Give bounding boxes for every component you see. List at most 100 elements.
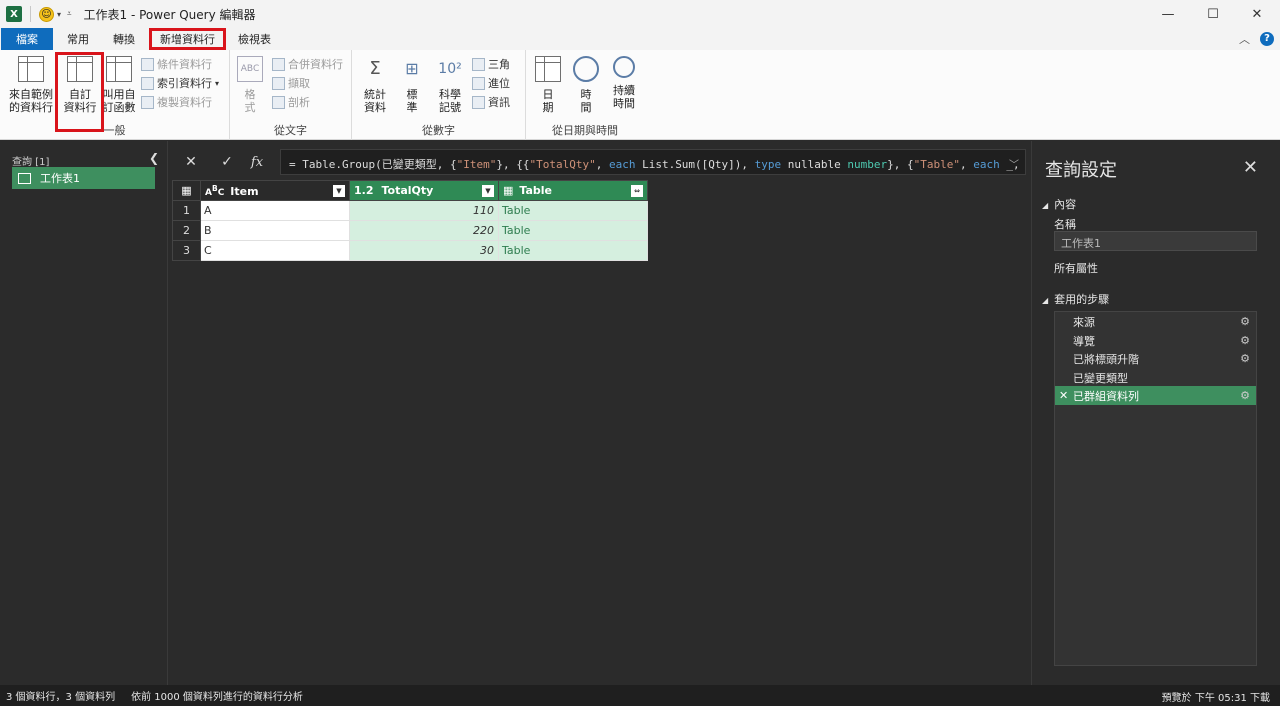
close-settings-icon[interactable]: ✕: [1243, 157, 1258, 178]
cell-totalqty[interactable]: 220: [349, 220, 499, 241]
tab-home[interactable]: 常用: [55, 28, 101, 50]
gear-icon[interactable]: ⚙: [1240, 334, 1250, 347]
column-header-item[interactable]: ABC Item ▼: [200, 180, 350, 201]
chevron-down-icon[interactable]: ▾: [57, 10, 61, 19]
tab-view[interactable]: 檢視表: [226, 28, 283, 50]
time-button[interactable]: 時 間: [568, 54, 604, 114]
power-icon: 10²: [438, 61, 462, 77]
gear-icon[interactable]: ⚙: [1240, 315, 1250, 328]
sigma-icon: Σ: [369, 58, 381, 79]
cell-item[interactable]: A: [200, 200, 350, 221]
maximize-button[interactable]: ☐: [1193, 0, 1233, 28]
invoke-custom-function-button[interactable]: 叫用自 訂函數: [100, 54, 138, 114]
step-item[interactable]: 導覽 ⚙: [1055, 331, 1256, 350]
parse-icon: [272, 95, 285, 109]
expand-formula-icon[interactable]: ﹀: [1009, 156, 1019, 171]
type-table-icon[interactable]: ▦: [503, 184, 513, 197]
formula-token: ,: [595, 158, 609, 171]
feedback-smiley-icon[interactable]: ☺: [39, 6, 54, 22]
type-abc-icon[interactable]: ABC: [205, 184, 224, 198]
clock-icon: [573, 56, 599, 82]
extract-button[interactable]: 擷取: [272, 74, 310, 92]
step-item[interactable]: 來源 ⚙: [1055, 312, 1256, 331]
parse-button[interactable]: 剖析: [272, 93, 310, 111]
stopwatch-icon: [613, 56, 635, 78]
collapse-pane-icon[interactable]: ❮: [149, 151, 159, 165]
format-button[interactable]: ABC 格 式: [232, 54, 268, 114]
duplicate-column-button[interactable]: 複製資料行: [141, 93, 212, 111]
status-preview-time: 預覽於 下午 05:31 下載: [1161, 693, 1270, 704]
information-button[interactable]: 資訊: [472, 93, 510, 111]
button-label: 複製資料行: [157, 96, 212, 109]
tab-add-column[interactable]: 新增資料行: [149, 28, 226, 50]
formula-text: = Table.Group(已變更類型, {"Item"}, {{"TotalQ…: [289, 158, 1020, 171]
cell-table-link[interactable]: Table: [498, 240, 648, 261]
merge-columns-button[interactable]: 合併資料行: [272, 55, 343, 73]
duplicate-icon: [141, 95, 154, 109]
date-button[interactable]: 日 期: [530, 54, 566, 114]
cell-totalqty[interactable]: 110: [349, 200, 499, 221]
type-decimal-icon[interactable]: 1.2: [354, 184, 374, 197]
scientific-button[interactable]: 10² 科學 記號: [428, 54, 472, 114]
formula-input[interactable]: = Table.Group(已變更類型, {"Item"}, {{"TotalQ…: [280, 149, 1026, 175]
help-icon[interactable]: ?: [1260, 32, 1274, 46]
column-from-examples-button[interactable]: 來自範例 的資料行: [6, 54, 56, 114]
index-column-button[interactable]: 索引資料行 ▾: [141, 74, 219, 92]
close-window-button[interactable]: ✕: [1237, 0, 1277, 28]
collapse-ribbon-icon[interactable]: ︿: [1239, 31, 1250, 47]
gear-icon[interactable]: ⚙: [1240, 389, 1250, 402]
cell-table-link[interactable]: Table: [498, 220, 648, 241]
step-item[interactable]: 已將標頭升階 ⚙: [1055, 349, 1256, 368]
gear-icon[interactable]: ⚙: [1240, 352, 1250, 365]
quick-access-customize-icon[interactable]: ⩡: [67, 9, 72, 19]
tab-file[interactable]: 檔案: [1, 28, 53, 50]
expand-column-icon[interactable]: ⇔: [631, 185, 643, 197]
tab-transform[interactable]: 轉換: [101, 28, 147, 50]
conditional-column-button[interactable]: 條件資料行: [141, 55, 212, 73]
cell-item[interactable]: C: [200, 240, 350, 261]
table-row: 3 C 30 Table: [172, 240, 648, 261]
rounding-icon: [472, 76, 485, 90]
minimize-button[interactable]: —: [1148, 0, 1188, 28]
power-query-editor: X ☺ ▾ ⩡ 工作表1 - Power Query 編輯器 — ☐ ✕ 檔案 …: [0, 0, 1280, 706]
fx-icon[interactable]: fx: [242, 149, 272, 175]
query-name: 工作表1: [40, 172, 80, 185]
filter-dropdown-icon[interactable]: ▼: [482, 185, 494, 197]
column-header-totalqty[interactable]: 1.2 TotalQty ▼: [349, 180, 499, 201]
applied-steps-header[interactable]: ◢ 套用的步驟: [1042, 291, 1109, 307]
rounding-button[interactable]: 進位: [472, 74, 510, 92]
standard-button[interactable]: ⊞ 標 準: [394, 54, 430, 114]
trig-icon: [472, 57, 485, 71]
filter-dropdown-icon[interactable]: ▼: [333, 184, 345, 197]
select-all-corner[interactable]: ▦: [172, 180, 201, 201]
properties-header[interactable]: ◢ 內容: [1042, 196, 1076, 212]
cancel-formula-icon[interactable]: ✕: [176, 149, 206, 175]
all-properties-link[interactable]: 所有屬性: [1054, 260, 1098, 276]
statistics-button[interactable]: Σ 統計 資料: [354, 54, 396, 114]
step-label: 已變更類型: [1073, 371, 1128, 385]
cell-table-link[interactable]: Table: [498, 200, 648, 221]
query-name-input[interactable]: 工作表1: [1054, 231, 1257, 251]
cell-item[interactable]: B: [200, 220, 350, 241]
trigonometry-button[interactable]: 三角: [472, 55, 510, 73]
group-from-datetime: 日 期 時 間 持續 時間 從日期與時間: [526, 50, 644, 140]
cell-totalqty[interactable]: 30: [349, 240, 499, 261]
commit-formula-icon[interactable]: ✓: [212, 149, 242, 175]
button-label: 日 期: [542, 88, 554, 114]
button-label: 持續 時間: [613, 84, 635, 110]
delete-step-icon[interactable]: ✕: [1059, 389, 1068, 402]
step-item[interactable]: 已變更類型: [1055, 368, 1256, 387]
standard-ops-icon: ⊞: [405, 59, 419, 78]
preview-table: ▦ ABC Item ▼ 1.2 TotalQty ▼ ▦ Table ⇔ 1 …: [172, 180, 648, 261]
step-item-selected[interactable]: ✕ 已群組資料列 ⚙: [1055, 386, 1256, 405]
column-name: Table: [519, 184, 553, 197]
button-label: 統計 資料: [364, 88, 386, 114]
column-header-table[interactable]: ▦ Table ⇔: [498, 180, 648, 201]
formula-token: each: [608, 158, 636, 171]
info-icon: [472, 95, 485, 109]
status-profiling[interactable]: 依前 1000 個資料列進行的資料行分析: [131, 688, 303, 703]
query-item[interactable]: 工作表1: [12, 167, 155, 189]
excel-app-icon: X: [6, 6, 22, 22]
formula-token: each: [973, 158, 1000, 171]
duration-button[interactable]: 持續 時間: [604, 54, 644, 110]
